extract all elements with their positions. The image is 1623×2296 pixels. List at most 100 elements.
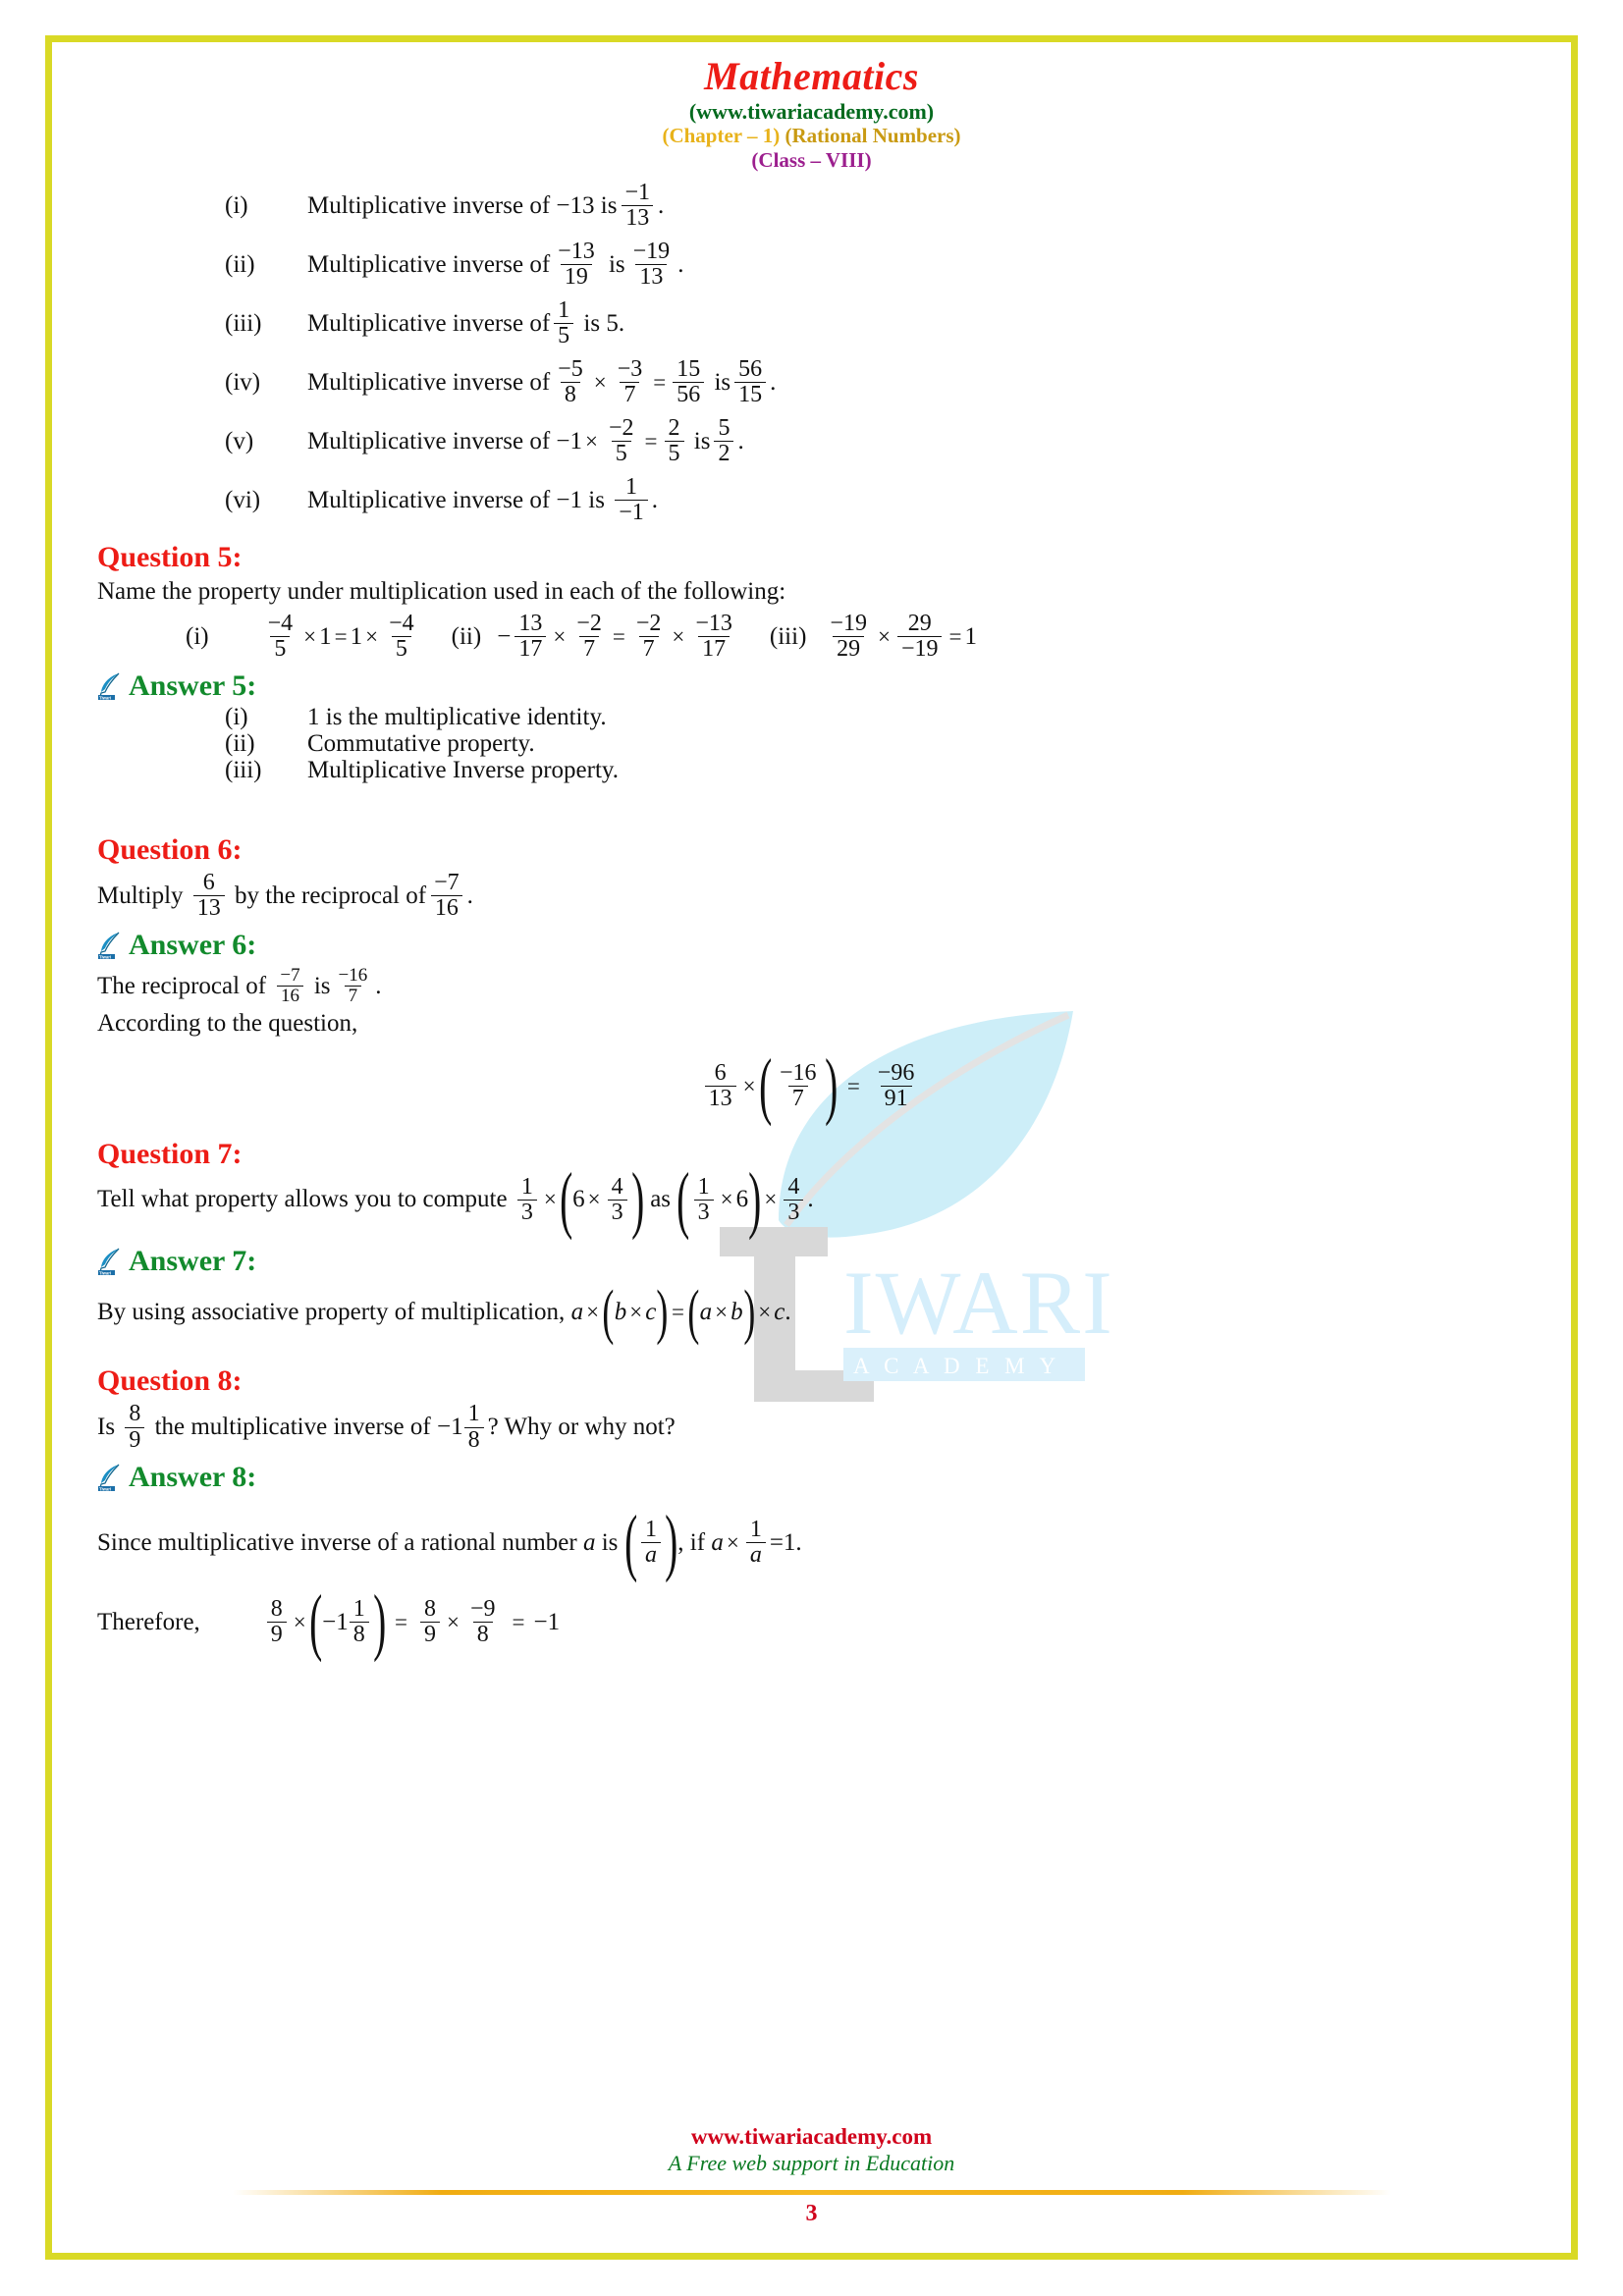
item-body: Multiplicative inverse of −1 is 1 −1 .	[307, 473, 658, 525]
left-paren: (	[758, 1044, 772, 1128]
answer-5-heading: Tiwari Answer 5:	[97, 669, 1526, 703]
variable-c: c	[645, 1299, 657, 1326]
a6-lead: The reciprocal of	[97, 972, 267, 999]
variable-a: a	[570, 1299, 584, 1326]
footer-divider	[232, 2190, 1391, 2195]
fraction-denominator: 15	[734, 382, 767, 407]
item-body: Multiplicative inverse of −13 19 is −19 …	[307, 238, 683, 290]
item-text: 1 is the multiplicative identity.	[307, 704, 607, 731]
question-6-heading: Question 6:	[97, 833, 243, 867]
multiply-operator: ×	[365, 623, 379, 649]
fraction-denominator: 7	[620, 382, 640, 407]
multiply-operator: ×	[447, 1609, 460, 1634]
fraction: −7 16	[276, 966, 303, 1006]
equals-operator: =	[846, 1073, 860, 1098]
operand: 1	[319, 622, 332, 650]
answer-7-heading-text: Answer 7:	[129, 1245, 257, 1278]
fraction-numerator: −2	[576, 610, 602, 636]
fraction-numerator: 1	[697, 1173, 710, 1200]
part-expression: −4 5 × 1 = 1 × −4 5	[260, 611, 422, 662]
fraction-numerator: −16	[779, 1060, 817, 1087]
multiply-operator: ×	[672, 623, 685, 649]
fraction-denominator: 9	[125, 1426, 145, 1453]
item-label: (vi)	[225, 486, 261, 513]
fraction: 4 3	[784, 1174, 804, 1225]
fraction-numerator: 8	[424, 1596, 436, 1623]
item-body: Multiplicative inverse of −1 × −2 5 = 2 …	[307, 414, 744, 466]
footer-website: www.tiwariacademy.com	[690, 2123, 933, 2149]
fraction-numerator: −16	[338, 965, 368, 987]
left-paren: (	[687, 1279, 700, 1347]
answer-6-heading-text: Answer 6:	[129, 929, 257, 962]
item-value: −1	[556, 486, 583, 513]
item-prefix-value: −1	[556, 427, 583, 454]
fraction-numerator: 56	[738, 355, 763, 382]
question-5-prompt: Name the property under multiplication u…	[97, 577, 786, 605]
a8-comma-if: , if	[677, 1528, 706, 1556]
list-item: (vi) Multiplicative inverse of −1 is 1 −…	[225, 474, 1526, 527]
item-is: is	[693, 427, 711, 454]
item-is: is	[608, 250, 625, 278]
answer-5-heading-text: Answer 5:	[129, 669, 257, 703]
equals-operator: =	[653, 369, 667, 395]
fraction-denominator: 7	[638, 635, 659, 662]
right-paren: )	[748, 1157, 762, 1241]
document-header: Mathematics (www.tiwariacademy.com) (Cha…	[97, 56, 1526, 174]
q8-mid: the multiplicative inverse of	[154, 1414, 431, 1441]
left-paren: (	[623, 1500, 637, 1583]
fraction: −5 8	[554, 356, 587, 407]
q6-mid: by the reciprocal of	[235, 881, 427, 909]
fraction-numerator: −13	[558, 238, 595, 264]
question-5-heading: Question 5:	[97, 540, 243, 573]
left-paren: (	[559, 1157, 573, 1241]
equals-operator: =	[671, 1300, 684, 1325]
a8-lead: Since multiplicative inverse of a ration…	[97, 1528, 577, 1556]
fraction: 1 a	[640, 1517, 661, 1568]
item-tail: .	[651, 486, 658, 513]
item-tail: .	[737, 427, 744, 454]
part-label: (iii)	[769, 622, 807, 650]
fraction-numerator: 6	[714, 1060, 727, 1087]
right-paren: )	[372, 1580, 386, 1664]
fraction: 8 9	[266, 1597, 287, 1647]
item-text: Commutative property.	[307, 730, 535, 758]
fraction-numerator: −2	[635, 610, 662, 636]
item-is: is	[583, 309, 601, 337]
fraction-denominator: 3	[607, 1199, 627, 1225]
item-lead-text: Multiplicative inverse of	[307, 250, 551, 278]
fraction-denominator: 7	[344, 986, 362, 1006]
question-5-parts: (i) −4 5 × 1 = 1 × −4 5 (ii) − 13 17 × −…	[186, 610, 1526, 662]
header-chapter-number: (Chapter – 1)	[662, 124, 781, 148]
fraction-numerator: 1	[624, 473, 637, 500]
q7-tail: .	[807, 1186, 814, 1213]
fraction: −16 7	[335, 966, 372, 1006]
fraction-denominator: 8	[349, 1622, 369, 1647]
item-lead-text: Multiplicative inverse of	[307, 486, 551, 513]
part-label: (i)	[186, 622, 209, 650]
fraction-denominator: 29	[833, 635, 865, 662]
q8-tail: ? Why or why not?	[487, 1414, 676, 1441]
a7-tail: .	[784, 1299, 791, 1326]
fraction: 56 15	[734, 355, 767, 407]
leading-minus: −	[497, 622, 512, 650]
multiply-operator: ×	[303, 623, 317, 649]
variable-b: b	[730, 1299, 743, 1326]
fraction-denominator: 91	[880, 1086, 912, 1111]
fraction-numerator: 4	[611, 1173, 623, 1200]
a6-is: is	[313, 972, 331, 999]
fraction-numerator: 5	[718, 414, 730, 441]
header-class: (Class – VIII)	[751, 148, 872, 173]
fraction-numerator: 1	[520, 1173, 533, 1200]
fraction-numerator: 1	[352, 1596, 365, 1623]
right-paren: )	[630, 1157, 644, 1241]
fraction: −19 13	[629, 239, 675, 290]
list-item: (i) Multiplicative inverse of −13 is −1 …	[225, 180, 1526, 233]
fraction: −9 8	[466, 1597, 500, 1648]
equals-operator: =	[334, 623, 348, 649]
fraction-numerator: 1	[558, 296, 570, 323]
multiply-operator: ×	[585, 428, 598, 454]
item-is: is	[600, 191, 618, 219]
fraction-numerator: −3	[617, 355, 643, 382]
fraction-numerator: 29	[907, 610, 932, 636]
quill-icon: Tiwari	[98, 672, 120, 700]
